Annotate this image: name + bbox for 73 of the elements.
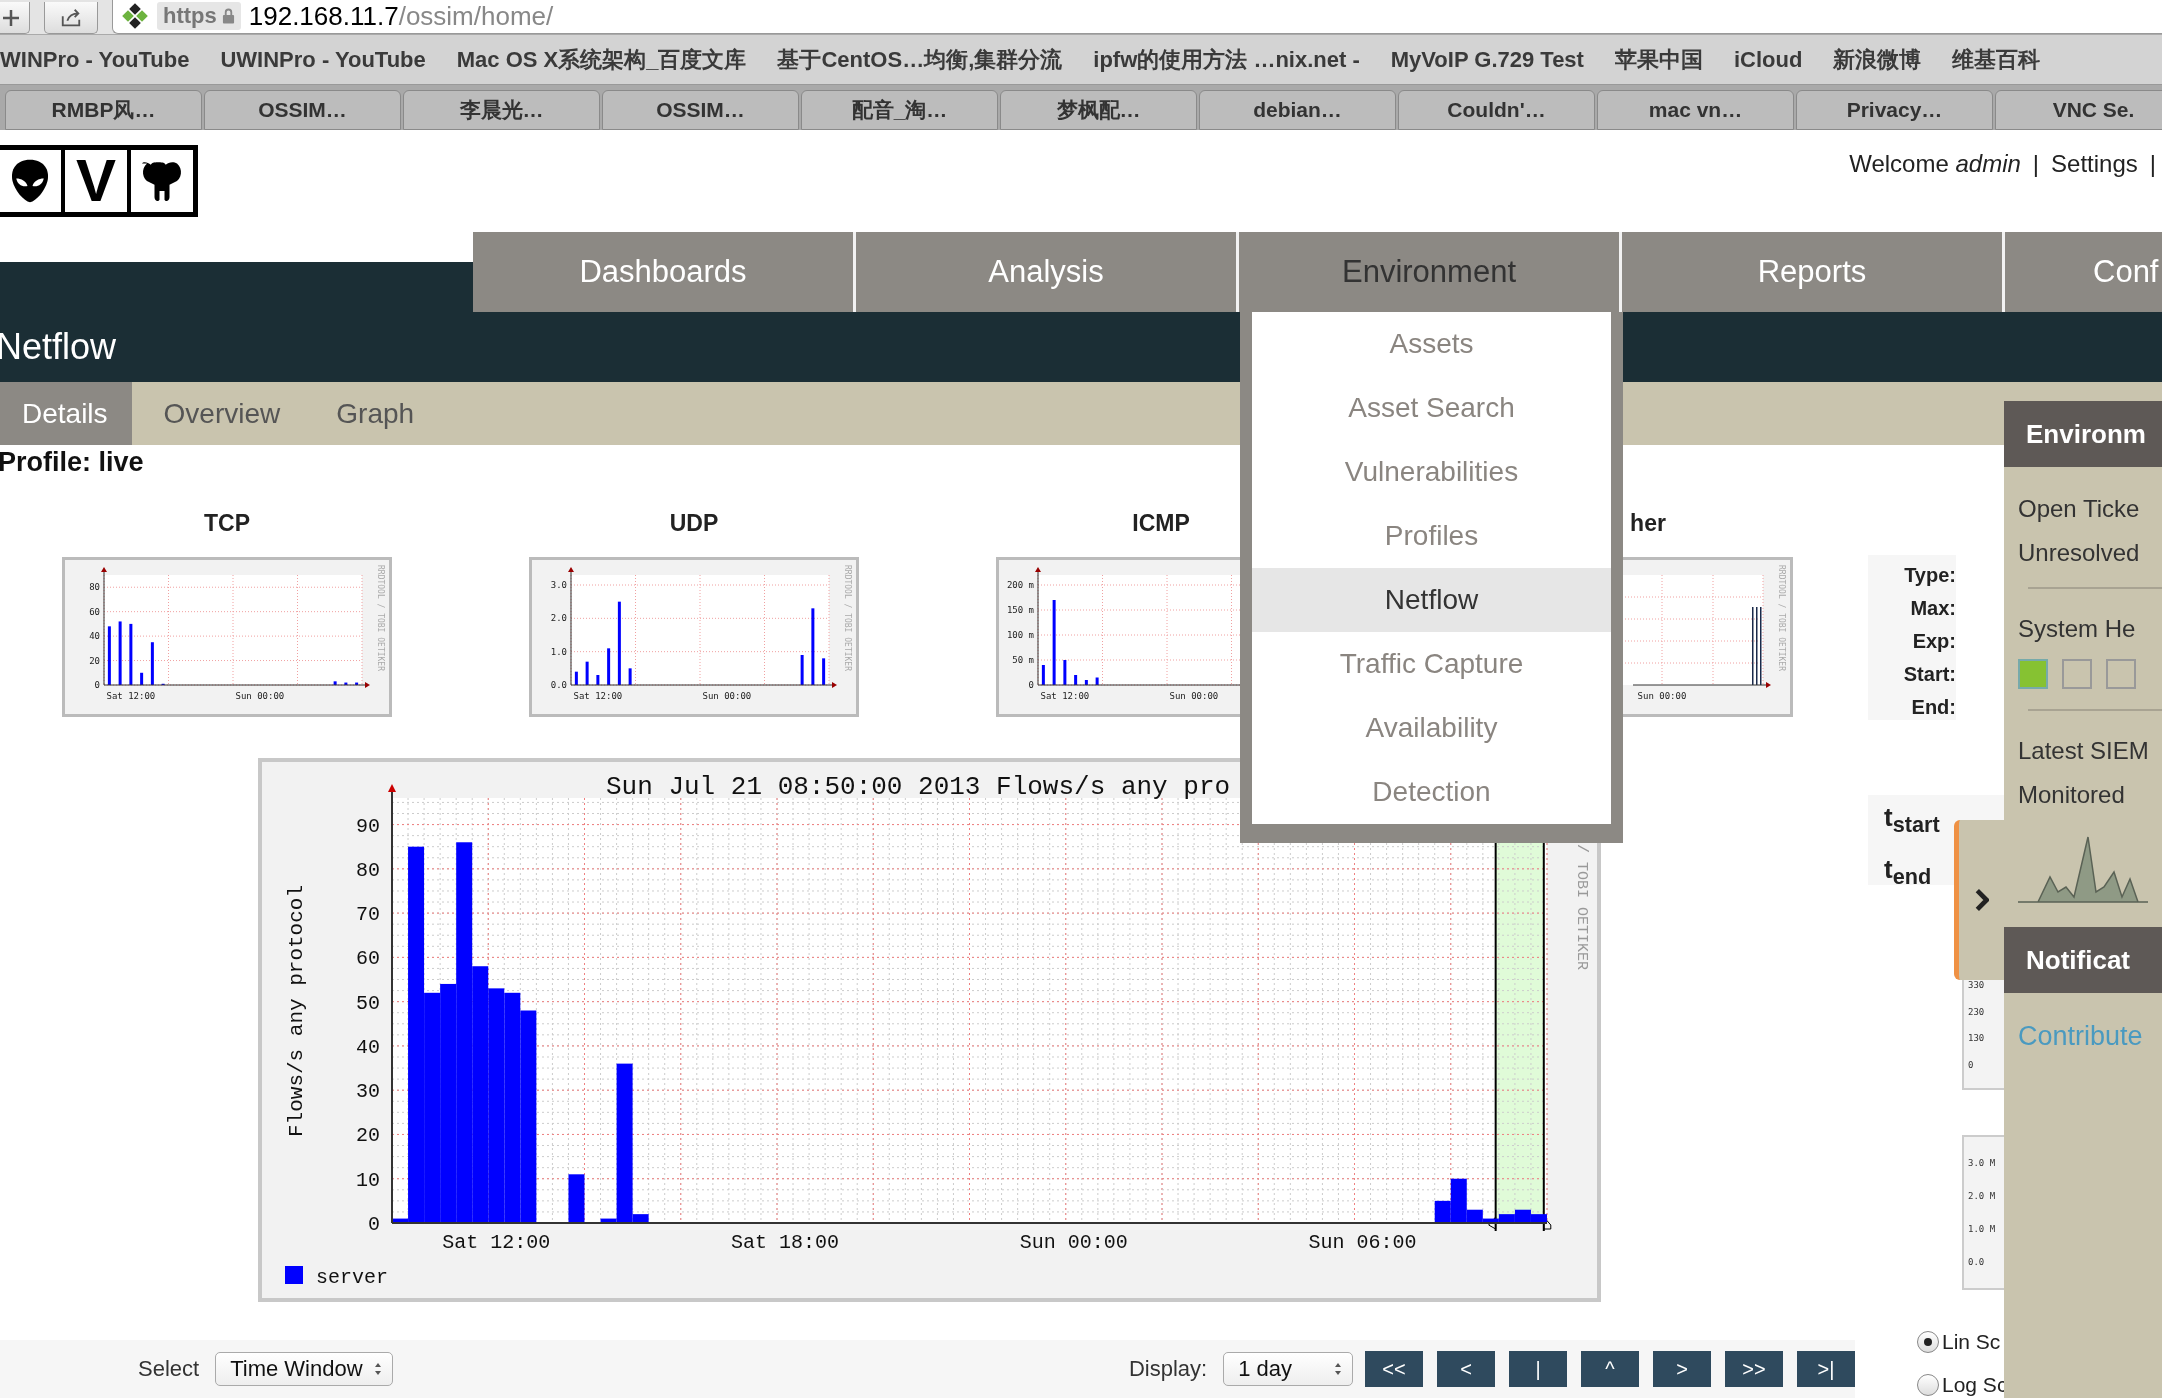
chart-title: her	[1630, 510, 1666, 536]
axis-label: 40	[356, 1035, 380, 1059]
credit-label: RRDTOOL / TOBI OETIKER	[843, 565, 852, 671]
separator: |	[2149, 150, 2156, 178]
axis-label: 3.0	[550, 580, 567, 590]
axis-label: Sat 12:00	[573, 691, 623, 701]
panel-heading: Environm	[2026, 418, 2146, 450]
axis-label: 0	[94, 680, 100, 690]
axis-label: 200 m	[1006, 580, 1034, 590]
axis-label: 80	[356, 858, 380, 882]
axis-label: 230	[1968, 1006, 1986, 1017]
time-label: t$_{end}$	[1884, 853, 1933, 892]
axis-label: 2.0 M	[1968, 1191, 1997, 1202]
axis-label: 3.0 M	[1968, 1158, 1997, 1169]
axis-label: 1.0 M	[1968, 1223, 1997, 1234]
axis-label: 100 m	[1006, 630, 1034, 640]
chart-title: TCP	[204, 510, 250, 536]
axis-label: Sun 00:00	[1169, 691, 1219, 701]
legend-label: server	[316, 1266, 388, 1289]
axis-label: 0.0	[550, 680, 567, 690]
chart-title: UDP	[669, 510, 719, 536]
axis-label: 60	[356, 947, 380, 971]
axis-label: 90	[356, 814, 380, 838]
select-label: Select	[138, 1356, 200, 1382]
axis-label: Sat 12:00	[106, 691, 156, 701]
credit-label: RRDTOOL / TOBI OETIKER	[376, 565, 385, 671]
axis-label: 20	[89, 655, 100, 666]
axis-label: 130	[1968, 1033, 1986, 1044]
scheme-label: https	[163, 3, 217, 29]
radio-label: Lin Sc	[1942, 1329, 2001, 1354]
axis-label: Sat 12:00	[1040, 691, 1090, 701]
separator: |	[2032, 150, 2040, 178]
axis-title: Flows/s any protocol	[285, 885, 308, 1137]
axis-label: Sun 00:00	[235, 691, 285, 701]
axis-label: Sun 06:00	[1308, 1231, 1417, 1254]
axis-label: 50 m	[1012, 655, 1034, 665]
detail-label: Start:	[1903, 662, 1956, 687]
panel-heading: Notificat	[2026, 944, 2130, 976]
profile-label: Profile: live	[0, 447, 144, 477]
axis-label: 40	[89, 631, 100, 642]
axis-label: 0	[1968, 1059, 1975, 1070]
axis-label: 20	[356, 1124, 380, 1148]
axis-label: 10	[356, 1168, 380, 1192]
logo-letter: V	[65, 150, 131, 212]
axis-label: Sun 00:00	[1637, 691, 1687, 701]
axis-label: 150 m	[1006, 605, 1034, 615]
axis-label: Sun 00:00	[702, 691, 752, 701]
axis-label: Sun 00:00	[1019, 1231, 1128, 1254]
axis-label: 330	[1968, 980, 1986, 991]
detail-label: Max:	[1910, 596, 1956, 621]
axis-label: 0.0	[1968, 1256, 1986, 1267]
chart-title: Sun Jul 21 08:50:00 2013 Flows/s any pro	[606, 772, 1231, 802]
axis-label: 30	[356, 1080, 380, 1104]
axis-label: 70	[356, 903, 380, 927]
credit-label: / TOBI OETIKER	[1573, 844, 1590, 971]
axis-label: 0	[368, 1213, 380, 1236]
welcome-text: Welcome admin	[1849, 150, 2021, 178]
axis-label: 60	[89, 606, 100, 617]
axis-label: 50	[356, 991, 380, 1015]
axis-label: 2.0	[550, 613, 567, 624]
axis-label: 0	[1028, 680, 1034, 690]
axis-label: 1.0	[550, 646, 567, 657]
axis-label: 80	[89, 582, 100, 593]
chart-title: ICMP	[1132, 510, 1190, 536]
axis-label: Sat 18:00	[731, 1231, 840, 1254]
display-label: Display:	[1128, 1356, 1208, 1382]
detail-label: End:	[1911, 695, 1956, 720]
detail-label: Type:	[1904, 563, 1956, 588]
time-label: t$_{start}$	[1884, 801, 1941, 840]
credit-label: RRDTOOL / TOBI OETIKER	[1777, 565, 1786, 671]
detail-label: Exp:	[1912, 629, 1956, 654]
axis-label: Sat 12:00	[442, 1231, 551, 1254]
url-text: 192.168.11.7/ossim/home/	[248, 0, 554, 32]
